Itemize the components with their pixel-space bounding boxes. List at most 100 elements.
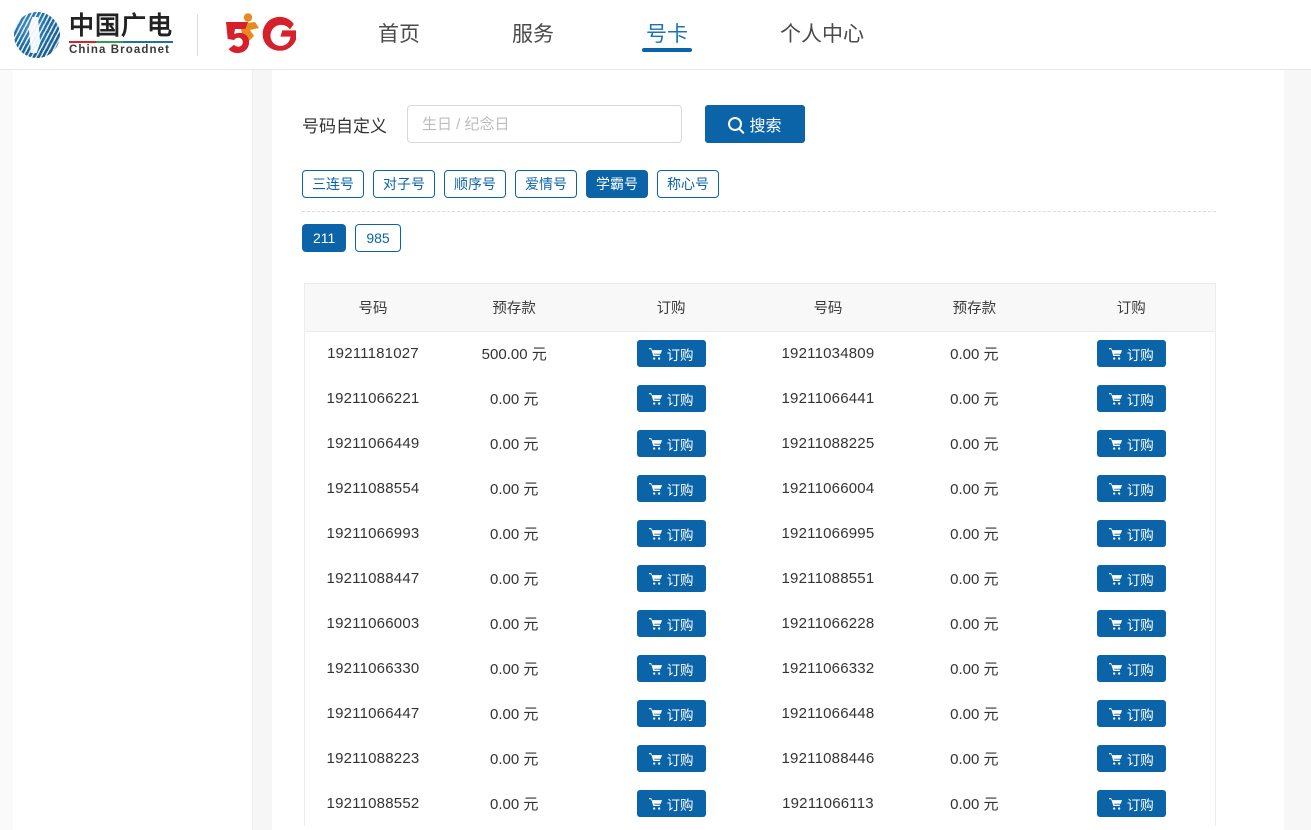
order-button-right[interactable]: 订购 — [1096, 745, 1166, 772]
shopping-cart-icon — [1108, 662, 1122, 675]
table-row: 19211088223 0.00 元订购 19211088446 0.00 元订购 — [305, 736, 1215, 781]
search-button[interactable]: 搜索 — [705, 105, 805, 143]
shopping-cart-icon — [648, 617, 662, 630]
order-button-right[interactable]: 订购 — [1096, 610, 1166, 637]
cell-deposit-left: 0.00 元 — [440, 646, 588, 691]
order-button-right[interactable]: 订购 — [1096, 565, 1166, 592]
order-button-right[interactable]: 订购 — [1096, 790, 1166, 817]
order-button-left[interactable]: 订购 — [636, 565, 706, 592]
brand-logo[interactable]: 中国广电 China Broadnet — [0, 0, 297, 70]
order-button-right-cell: 订购 — [1047, 331, 1215, 376]
nav-item-home[interactable]: 首页 — [370, 0, 428, 70]
5g-logo-icon — [218, 12, 297, 58]
order-button-left[interactable]: 订购 — [636, 790, 706, 817]
cell-deposit-left: 0.00 元 — [440, 736, 588, 781]
order-button-left[interactable]: 订购 — [636, 340, 706, 368]
shopping-cart-icon — [648, 482, 662, 495]
cell-deposit-right: 0.00 元 — [901, 781, 1048, 826]
order-button-left[interactable]: 订购 — [636, 745, 706, 772]
cell-deposit-right: 0.00 元 — [901, 691, 1048, 736]
order-button-label: 订购 — [1126, 752, 1154, 768]
shopping-cart-icon — [648, 527, 662, 540]
cell-deposit-right: 0.00 元 — [901, 331, 1048, 376]
order-button-left[interactable]: 订购 — [636, 700, 706, 727]
order-button-right[interactable]: 订购 — [1096, 340, 1166, 368]
filter-subtag-211[interactable]: 211 — [302, 224, 347, 252]
order-button-label: 订购 — [666, 707, 694, 723]
table-row: 19211088554 0.00 元订购 19211066004 0.00 元订购 — [305, 466, 1215, 511]
shopping-cart-icon — [648, 392, 662, 405]
order-button-right[interactable]: 订购 — [1096, 700, 1166, 727]
brand-text: 中国广电 China Broadnet — [69, 13, 173, 57]
cell-deposit-right: 0.00 元 — [901, 466, 1048, 511]
cell-number-left: 19211066449 — [305, 421, 441, 466]
cell-deposit-left: 0.00 元 — [440, 376, 588, 421]
site-header: 中国广电 China Broadnet 首页 服务 号卡 个人中心 — [0, 0, 1311, 70]
shopping-cart-icon — [1108, 617, 1122, 630]
shopping-cart-icon — [1108, 392, 1122, 405]
order-button-left[interactable]: 订购 — [636, 430, 706, 457]
shopping-cart-icon — [648, 347, 662, 360]
cell-deposit-right: 0.00 元 — [901, 511, 1048, 556]
cell-deposit-left: 0.00 元 — [440, 781, 588, 826]
nav-item-personal-center[interactable]: 个人中心 — [772, 0, 872, 70]
cell-deposit-right: 0.00 元 — [901, 421, 1048, 466]
order-button-left-cell: 订购 — [587, 781, 755, 826]
cell-number-left: 19211088554 — [305, 466, 441, 511]
shopping-cart-icon — [648, 707, 662, 720]
nav-item-sim-card[interactable]: 号卡 — [638, 0, 696, 70]
order-button-right[interactable]: 订购 — [1096, 430, 1166, 457]
order-button-label: 订购 — [1126, 482, 1154, 498]
filter-tag-duizihao[interactable]: 对子号 — [373, 170, 435, 198]
order-button-label: 订购 — [1126, 527, 1154, 543]
cell-number-right: 19211066995 — [754, 511, 902, 556]
filter-tag-xuebahao[interactable]: 学霸号 — [586, 170, 648, 198]
order-button-left[interactable]: 订购 — [636, 475, 706, 502]
order-button-left[interactable]: 订购 — [636, 655, 706, 682]
col-header-number-right: 号码 — [754, 284, 902, 332]
filter-tag-sanlianhao[interactable]: 三连号 — [302, 170, 364, 198]
cell-number-right: 19211066332 — [754, 646, 902, 691]
cell-deposit-left: 0.00 元 — [440, 601, 588, 646]
cell-number-right: 19211066228 — [754, 601, 902, 646]
order-button-right[interactable]: 订购 — [1096, 655, 1166, 682]
filter-tag-chenxinhao[interactable]: 称心号 — [657, 170, 719, 198]
shopping-cart-icon — [648, 662, 662, 675]
order-button-right-cell: 订购 — [1047, 376, 1215, 421]
order-button-label: 订购 — [1126, 662, 1154, 678]
shopping-cart-icon — [1108, 752, 1122, 765]
order-button-left-cell: 订购 — [587, 691, 755, 736]
table-header-row: 号码 预存款 订购 号码 预存款 订购 — [305, 284, 1215, 332]
order-button-left-cell: 订购 — [587, 466, 755, 511]
order-button-right-cell: 订购 — [1047, 556, 1215, 601]
cell-number-right: 19211034809 — [754, 331, 902, 376]
order-button-left-cell: 订购 — [587, 601, 755, 646]
cell-deposit-left: 0.00 元 — [440, 691, 588, 736]
order-button-left[interactable]: 订购 — [636, 610, 706, 637]
cell-number-right: 19211088225 — [754, 421, 902, 466]
order-button-right[interactable]: 订购 — [1096, 475, 1166, 502]
filter-subtag-985[interactable]: 985 — [355, 224, 401, 252]
search-icon — [728, 117, 743, 131]
order-button-left[interactable]: 订购 — [636, 385, 706, 412]
cell-deposit-right: 0.00 元 — [901, 556, 1048, 601]
order-button-label: 订购 — [666, 392, 694, 408]
order-button-right[interactable]: 订购 — [1096, 520, 1166, 547]
brand-name-en: China Broadnet — [69, 44, 171, 56]
col-header-number-left: 号码 — [305, 284, 441, 332]
order-button-right[interactable]: 订购 — [1096, 385, 1166, 412]
order-button-left-cell: 订购 — [587, 376, 755, 421]
col-header-order-left: 订购 — [587, 284, 755, 332]
search-input[interactable] — [407, 105, 682, 143]
filter-tag-aiqinghao[interactable]: 爱情号 — [515, 170, 577, 198]
table-body: 19211181027 500.00 元订购 19211034809 0.00 元订购… — [305, 331, 1215, 826]
cell-number-left: 19211066993 — [305, 511, 441, 556]
order-button-left[interactable]: 订购 — [636, 520, 706, 547]
filter-tag-shunxuhao[interactable]: 顺序号 — [444, 170, 506, 198]
order-button-right-cell: 订购 — [1047, 736, 1215, 781]
order-button-label: 订购 — [666, 347, 694, 363]
order-button-left-cell: 订购 — [587, 646, 755, 691]
order-button-left-cell: 订购 — [587, 736, 755, 781]
shopping-cart-icon — [1108, 527, 1122, 540]
nav-item-service[interactable]: 服务 — [504, 0, 562, 70]
